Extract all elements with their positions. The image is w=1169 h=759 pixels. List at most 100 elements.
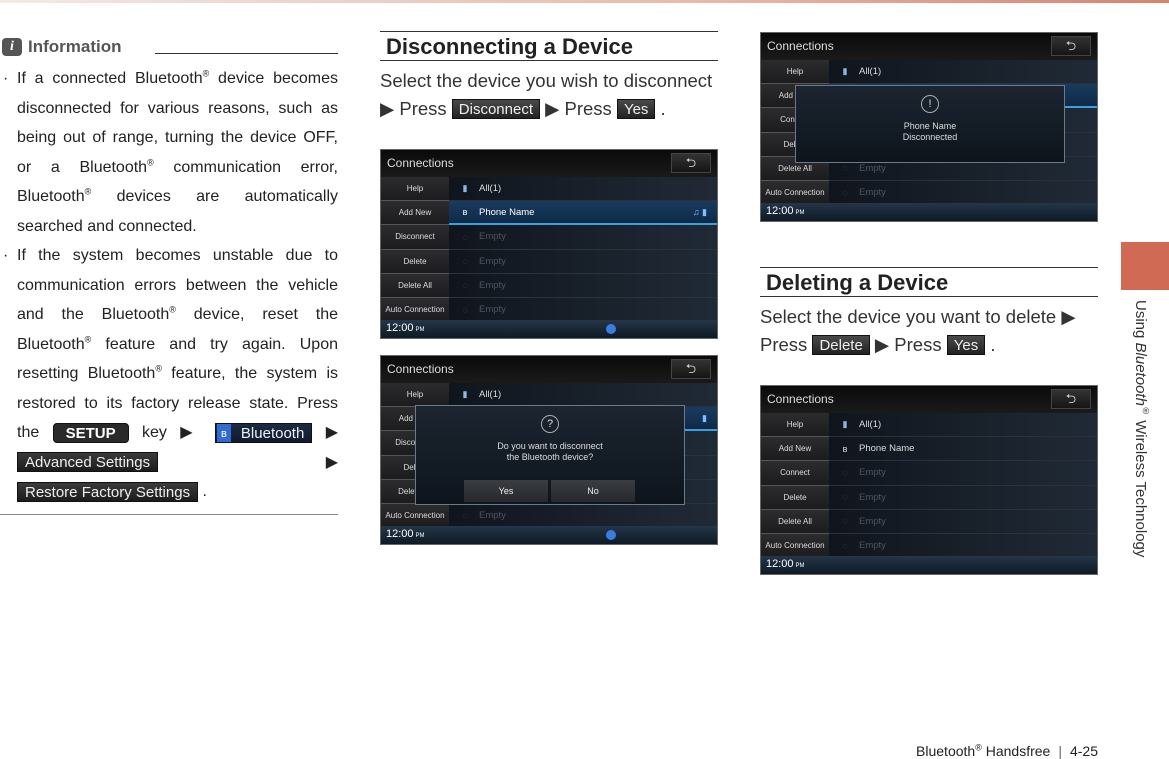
- clock: 12:00: [766, 205, 794, 217]
- menu-item: Connect: [761, 461, 829, 486]
- delete-section: Deleting a Device Select the device you …: [760, 267, 1100, 359]
- row-label: Empty: [859, 162, 886, 174]
- screen-title: Connections: [767, 39, 834, 53]
- popup-dialog: ! Phone Name Disconnected: [795, 85, 1065, 163]
- screenshot-connections: Connections ⮌ Help Add New Disconnect Delete D…: [380, 149, 718, 339]
- empty-slot-icon: ◌: [842, 516, 848, 527]
- row-label: Empty: [479, 255, 506, 267]
- empty-slot-icon: ◌: [842, 492, 848, 503]
- text: .: [655, 98, 666, 119]
- setup-key: SETUP: [52, 422, 129, 443]
- screen-title-bar: Connections: [761, 386, 1097, 413]
- header-rule: [155, 53, 338, 54]
- row-label: Empty: [479, 510, 506, 522]
- device-row: ◌ Empty: [829, 534, 1097, 559]
- row-label: Empty: [859, 515, 886, 527]
- screen-title: Connections: [387, 156, 454, 170]
- status-icons: ▮: [702, 412, 707, 423]
- page-footer: Bluetooth® Handsfree | 4-25: [916, 743, 1098, 759]
- row-label: Empty: [859, 467, 886, 479]
- screen-title: Connections: [387, 362, 454, 376]
- row-label: All(1): [859, 419, 882, 431]
- info-bullet-1: If a connected Bluetooth® device becomes…: [0, 64, 338, 241]
- device-row: ◌ Empty: [829, 461, 1097, 486]
- chapter-tab: [1121, 242, 1169, 290]
- screenshot-connections-after: Connections ⮌ Help Add New Connect Delete Dele…: [760, 385, 1098, 575]
- menu-item: Disconnect: [381, 225, 449, 250]
- menu-item: Add New: [381, 201, 449, 226]
- status-bar: 12:00 PM: [381, 526, 717, 544]
- question-icon: ?: [541, 415, 559, 433]
- section-heading: Deleting a Device: [760, 267, 1098, 297]
- instruction: Select the device you wish to disconnect…: [380, 67, 720, 123]
- popup-message-line: the Bluetooth device?: [506, 452, 594, 462]
- menu-item: Add New: [761, 437, 829, 462]
- separator: |: [1058, 743, 1062, 759]
- instruction: Select the device you want to delete ▶ P…: [760, 303, 1100, 359]
- device-row: ◌ Empty: [449, 250, 717, 274]
- device-row: ◌ Empty: [829, 510, 1097, 534]
- device-row: ◌ Empty: [829, 181, 1097, 206]
- device-row: ▮ All(1): [449, 383, 717, 408]
- text: Bluetooth: [1132, 342, 1149, 406]
- device-row: ◌ Empty: [829, 486, 1097, 510]
- clock: 12:00: [386, 528, 414, 540]
- menu-item: Delete: [761, 485, 829, 510]
- device-row: ▮ All(1): [449, 177, 717, 202]
- device-list: ▮ All(1) ʙ Phone Name ♫ ▮ ◌ Empty ◌ Empty ◌ Empty ◌…: [449, 177, 717, 323]
- phone-icon: ▮: [842, 66, 848, 77]
- information-box: i Information If a connected Bluetooth® …: [0, 36, 340, 515]
- screen-title-bar: Connections: [761, 33, 1097, 60]
- information-header: i Information: [0, 36, 340, 58]
- device-row: ◌ Empty: [449, 274, 717, 298]
- text: .: [198, 483, 207, 500]
- reg-mark: ®: [155, 363, 162, 374]
- popup-buttons: Yes No: [464, 480, 635, 502]
- status-bar: 12:00 PM: [381, 320, 717, 338]
- text: ▶: [158, 453, 338, 471]
- menu-item: Help: [761, 413, 829, 438]
- back-icon: ⮌: [671, 359, 711, 379]
- bluetooth-icon: ʙ: [462, 207, 468, 218]
- page-number: 4-25: [1069, 743, 1098, 759]
- phone-icon: ▮: [842, 419, 848, 430]
- text: key ▶: [128, 424, 215, 441]
- row-label: All(1): [479, 183, 502, 195]
- popup-message-line: Disconnected: [902, 132, 958, 142]
- text: Using: [1132, 300, 1149, 343]
- empty-slot-icon: ◌: [462, 510, 468, 521]
- bluetooth-button-label: ʙ Bluetooth: [214, 422, 313, 443]
- bluetooth-status-icon: [606, 324, 616, 334]
- yes-button-label: Yes: [946, 335, 986, 355]
- screen-title-bar: Connections: [381, 356, 717, 383]
- back-icon: ⮌: [1051, 389, 1091, 409]
- popup-message-line: Do you want to disconnect: [497, 441, 603, 451]
- yes-button-label: Yes: [616, 99, 656, 119]
- reg-mark: ®: [975, 742, 982, 753]
- menu-item: Help: [381, 383, 449, 408]
- back-icon: ⮌: [671, 153, 711, 173]
- text: ▶ Press: [869, 334, 947, 355]
- text: .: [985, 334, 996, 355]
- info-icon: !: [921, 95, 939, 113]
- menu-item: Auto Connection: [381, 297, 449, 323]
- popup-button: No: [551, 480, 635, 502]
- bluetooth-icon: ʙ: [842, 443, 848, 454]
- menu-item: Help: [381, 177, 449, 202]
- restore-factory-settings-label: Restore Factory Settings: [17, 481, 199, 502]
- row-label: All(1): [479, 389, 502, 401]
- screen-title: Connections: [767, 392, 834, 406]
- device-row: ▮ All(1): [829, 413, 1097, 438]
- menu-item: Auto Connection: [761, 180, 829, 206]
- menu-item: Delete All: [381, 273, 449, 298]
- top-decorative-line: [0, 0, 1169, 3]
- row-label: Empty: [859, 187, 886, 199]
- row-label: Phone Name: [479, 206, 535, 218]
- screenshot-disconnect-confirm: Connections⮌HelpAdd NewDisconnectDeleteD…: [380, 355, 718, 545]
- ampm: PM: [415, 327, 425, 333]
- advanced-settings-label: Advanced Settings: [17, 452, 159, 473]
- device-row: ◌ Empty: [449, 298, 717, 323]
- empty-slot-icon: ◌: [462, 304, 468, 315]
- text: Bluetooth: [240, 424, 305, 442]
- text: If a connected Bluetooth: [17, 70, 203, 87]
